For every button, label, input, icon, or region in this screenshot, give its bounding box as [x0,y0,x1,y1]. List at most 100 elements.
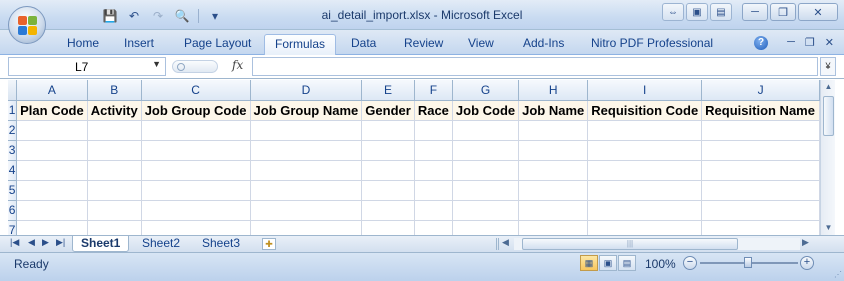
row-header[interactable]: 7 [8,220,18,235]
header-cell[interactable]: Job Group Code [141,100,251,121]
cell[interactable] [141,220,251,235]
cell[interactable] [361,220,415,235]
cell[interactable] [87,140,142,161]
row-header[interactable]: 1 [8,100,18,121]
header-cell[interactable]: Race [414,100,453,121]
cell[interactable] [587,120,703,141]
formula-input[interactable] [252,57,818,76]
cell[interactable] [518,120,589,141]
cell[interactable] [518,180,589,201]
cell[interactable] [518,160,589,181]
vertical-scrollbar[interactable]: ▲ ▼ [820,80,835,235]
first-sheet-icon[interactable]: |◀ [10,237,19,248]
header-cell[interactable]: Job Group Name [250,100,363,121]
cell[interactable] [361,200,415,221]
doc-close-icon[interactable]: ✕ [825,36,834,49]
cell[interactable] [250,160,363,181]
worksheet-grid[interactable]: A B C D E F G H I J 1 Plan Code Activity Jo… [8,80,820,235]
column-header[interactable]: B [87,80,142,101]
cell[interactable] [250,180,363,201]
cell[interactable] [452,160,520,181]
switch-windows-icon[interactable]: ⇔ [662,3,684,21]
column-header[interactable]: I [587,80,703,101]
header-cell[interactable]: Plan Code [16,100,88,121]
tab-insert[interactable]: Insert [114,34,164,55]
doc-minimize-icon[interactable]: ─ [787,36,795,49]
page-break-preview-icon[interactable]: ▤ [618,255,636,271]
cell[interactable] [587,180,703,201]
cell[interactable] [518,140,589,161]
column-header[interactable]: H [518,80,589,101]
cell[interactable] [414,160,453,181]
minimize-button[interactable]: ─ [742,3,768,21]
header-cell[interactable]: Requisition Name [701,100,820,121]
cell[interactable] [587,200,703,221]
cell[interactable] [701,220,820,235]
cell[interactable] [414,120,453,141]
cell[interactable] [250,120,363,141]
tab-review[interactable]: Review [394,34,453,55]
row-header[interactable]: 4 [8,160,18,181]
zoom-out-icon[interactable]: − [683,256,697,270]
cell[interactable] [250,220,363,235]
cell[interactable] [701,180,820,201]
name-box[interactable]: L7 ▼ [8,57,166,76]
cell[interactable] [16,220,88,235]
header-cell[interactable]: Requisition Code [587,100,703,121]
office-button[interactable] [8,6,46,44]
header-cell[interactable]: Job Name [518,100,589,121]
insert-sheet-icon[interactable]: ✚ [262,238,276,250]
cell[interactable] [701,140,820,161]
sheet-tab-sheet3[interactable]: Sheet3 [194,236,248,252]
cell[interactable] [587,140,703,161]
sheet-tab-sheet1[interactable]: Sheet1 [72,236,130,252]
cell[interactable] [87,180,142,201]
cell[interactable] [701,160,820,181]
arrange-icon[interactable]: ▤ [710,3,732,21]
scroll-down-icon[interactable]: ▼ [821,221,836,235]
column-header[interactable]: A [16,80,88,101]
cell[interactable] [701,200,820,221]
sheet-tab-sheet2[interactable]: Sheet2 [134,236,188,252]
save-workspace-icon[interactable]: ▣ [686,3,708,21]
cell[interactable] [414,140,453,161]
cell[interactable] [518,220,589,235]
row-header[interactable]: 5 [8,180,18,201]
cell[interactable] [16,160,88,181]
horizontal-scrollbar[interactable]: ◀ ||| ▶ [500,237,820,251]
cell[interactable] [141,120,251,141]
cell[interactable] [361,140,415,161]
zoom-in-icon[interactable]: + [800,256,814,270]
cell[interactable] [16,180,88,201]
cell[interactable] [16,140,88,161]
cell[interactable] [452,120,520,141]
cell[interactable] [414,220,453,235]
tab-home[interactable]: Home [57,34,109,55]
expand-formula-bar-icon[interactable]: ¥ [820,57,836,76]
column-header[interactable]: D [250,80,363,101]
close-button[interactable]: ✕ [798,3,838,21]
zoom-level[interactable]: 100% [645,257,676,271]
tab-add-ins[interactable]: Add-Ins [513,34,574,55]
cell[interactable] [452,180,520,201]
next-sheet-icon[interactable]: ▶ [42,237,49,248]
cell[interactable] [452,140,520,161]
page-layout-view-icon[interactable]: ▣ [599,255,617,271]
cell[interactable] [518,200,589,221]
resize-grip-icon[interactable]: ⋰ [834,270,842,279]
tab-view[interactable]: View [458,34,504,55]
row-header[interactable]: 6 [8,200,18,221]
tab-formulas[interactable]: Formulas [264,34,337,55]
cell[interactable] [414,200,453,221]
scroll-right-icon[interactable]: ▶ [802,237,809,248]
cell[interactable] [701,120,820,141]
cell[interactable] [587,220,703,235]
cell[interactable] [16,200,88,221]
column-header[interactable]: G [452,80,520,101]
scroll-left-icon[interactable]: ◀ [502,237,509,248]
prev-sheet-icon[interactable]: ◀ [28,237,35,248]
cell[interactable] [87,200,142,221]
cell[interactable] [414,180,453,201]
cell[interactable] [361,120,415,141]
normal-view-icon[interactable]: ▦ [580,255,598,271]
